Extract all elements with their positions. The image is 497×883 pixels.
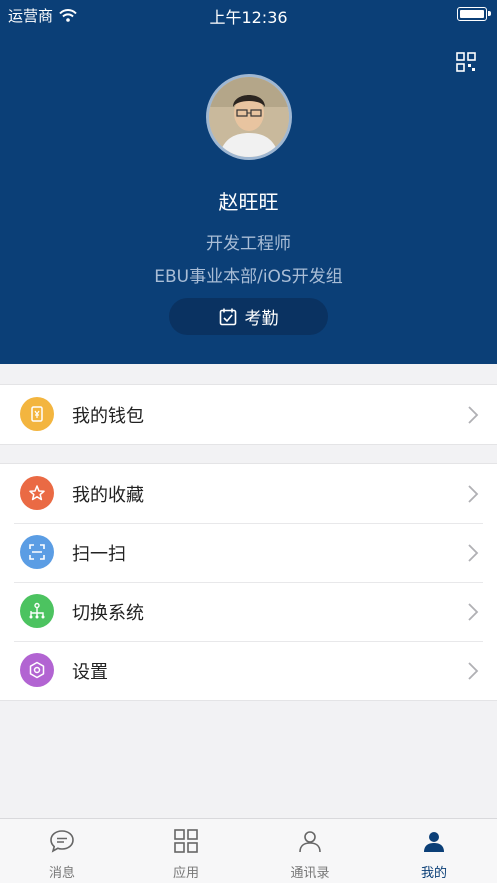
menu-item-label: 我的钱包 <box>72 406 144 427</box>
scan-icon <box>20 535 54 569</box>
apps-icon <box>174 829 198 853</box>
qr-code-icon[interactable] <box>456 52 476 72</box>
attendance-label: 考勤 <box>244 309 279 329</box>
wallet-icon <box>20 397 54 431</box>
status-bar: 运营商 上午12:36 <box>0 0 497 28</box>
tab-label: 我的 <box>420 866 447 881</box>
user-name: 赵旺旺 <box>218 190 279 214</box>
tab-bar: 消息 应用 通讯录 我的 <box>0 818 497 883</box>
menu-item-wallet[interactable]: 我的钱包 <box>0 385 497 444</box>
user-department: EBU事业本部/iOS开发组 <box>154 267 343 287</box>
gear-icon <box>20 653 54 687</box>
clock: 上午12:36 <box>209 8 288 27</box>
menu-item-favorites[interactable]: 我的收藏 <box>0 464 497 523</box>
chevron-right-icon <box>468 662 479 680</box>
tab-contacts[interactable]: 通讯录 <box>248 819 372 883</box>
chevron-right-icon <box>468 603 479 621</box>
me-icon <box>424 832 444 852</box>
attendance-button[interactable]: 考勤 <box>169 298 328 335</box>
menu-item-label: 扫一扫 <box>72 544 126 565</box>
chevron-right-icon <box>468 544 479 562</box>
chevron-right-icon <box>468 406 479 424</box>
contacts-icon <box>299 831 321 853</box>
avatar[interactable] <box>206 74 292 160</box>
chevron-right-icon <box>468 485 479 503</box>
tab-apps[interactable]: 应用 <box>124 819 248 883</box>
menu-item-switch-system[interactable]: 切换系统 <box>0 582 497 641</box>
menu-group-main: 我的收藏 扫一扫 切换系统 设置 <box>0 463 497 701</box>
menu-item-scan[interactable]: 扫一扫 <box>0 523 497 582</box>
tab-messages[interactable]: 消息 <box>0 819 124 883</box>
tab-me[interactable]: 我的 <box>372 819 496 883</box>
star-icon <box>20 476 54 510</box>
tab-label: 应用 <box>172 866 199 881</box>
org-icon <box>20 594 54 628</box>
menu-group-wallet: 我的钱包 <box>0 384 497 445</box>
menu-item-settings[interactable]: 设置 <box>0 641 497 700</box>
menu-item-label: 设置 <box>72 662 108 683</box>
menu-item-label: 切换系统 <box>72 603 144 624</box>
battery-icon <box>457 7 491 21</box>
profile-header: 运营商 上午12:36 赵旺旺 开发工程师 EBU事业本部/iOS开发组 考勤 <box>0 0 497 364</box>
tab-label: 通讯录 <box>290 866 330 881</box>
menu-item-label: 我的收藏 <box>72 485 144 506</box>
calendar-check-icon <box>219 308 236 325</box>
tab-label: 消息 <box>48 866 75 881</box>
user-title: 开发工程师 <box>206 234 291 254</box>
message-icon <box>50 830 74 853</box>
